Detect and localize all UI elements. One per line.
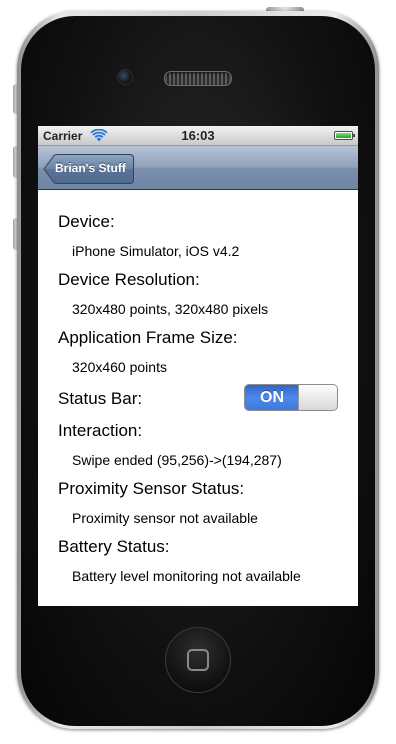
device-heading: Device:	[58, 212, 115, 231]
device-screen: Carrier 16:03 Brian's Stuff Device: iPho…	[38, 126, 358, 606]
proximity-value: Proximity sensor not available	[72, 510, 258, 526]
earpiece-speaker	[164, 71, 232, 86]
battery-value: Battery level monitoring not available	[72, 568, 301, 584]
back-button-label: Brian's Stuff	[55, 161, 126, 175]
battery-heading: Battery Status:	[58, 537, 170, 556]
interaction-heading: Interaction:	[58, 421, 143, 440]
toggle-knob[interactable]	[298, 385, 337, 410]
proximity-heading: Proximity Sensor Status:	[58, 479, 245, 498]
battery-icon	[334, 131, 355, 140]
back-button[interactable]: Brian's Stuff	[43, 154, 134, 184]
device-value: iPhone Simulator, iOS v4.2	[72, 243, 240, 259]
status-bar-toggle[interactable]: ON	[244, 384, 338, 411]
home-square-icon	[187, 649, 209, 671]
resolution-value: 320x480 points, 320x480 pixels	[72, 301, 269, 317]
navigation-bar: Brian's Stuff	[38, 146, 358, 190]
frame-size-value: 320x460 points	[72, 359, 167, 375]
front-camera-icon	[117, 69, 133, 85]
status-bar: Carrier 16:03	[38, 126, 358, 146]
status-clock: 16:03	[181, 128, 215, 143]
simulator-stage: Carrier 16:03 Brian's Stuff Device: iPho…	[0, 0, 396, 744]
battery-level-fill	[336, 133, 351, 138]
status-bar-heading: Status Bar:	[58, 389, 143, 408]
home-button[interactable]	[165, 627, 231, 693]
frame-size-heading: Application Frame Size:	[58, 328, 238, 347]
toggle-on-label: ON	[245, 385, 299, 410]
resolution-heading: Device Resolution:	[58, 270, 200, 289]
interaction-value: Swipe ended (95,256)->(194,287)	[72, 452, 282, 468]
